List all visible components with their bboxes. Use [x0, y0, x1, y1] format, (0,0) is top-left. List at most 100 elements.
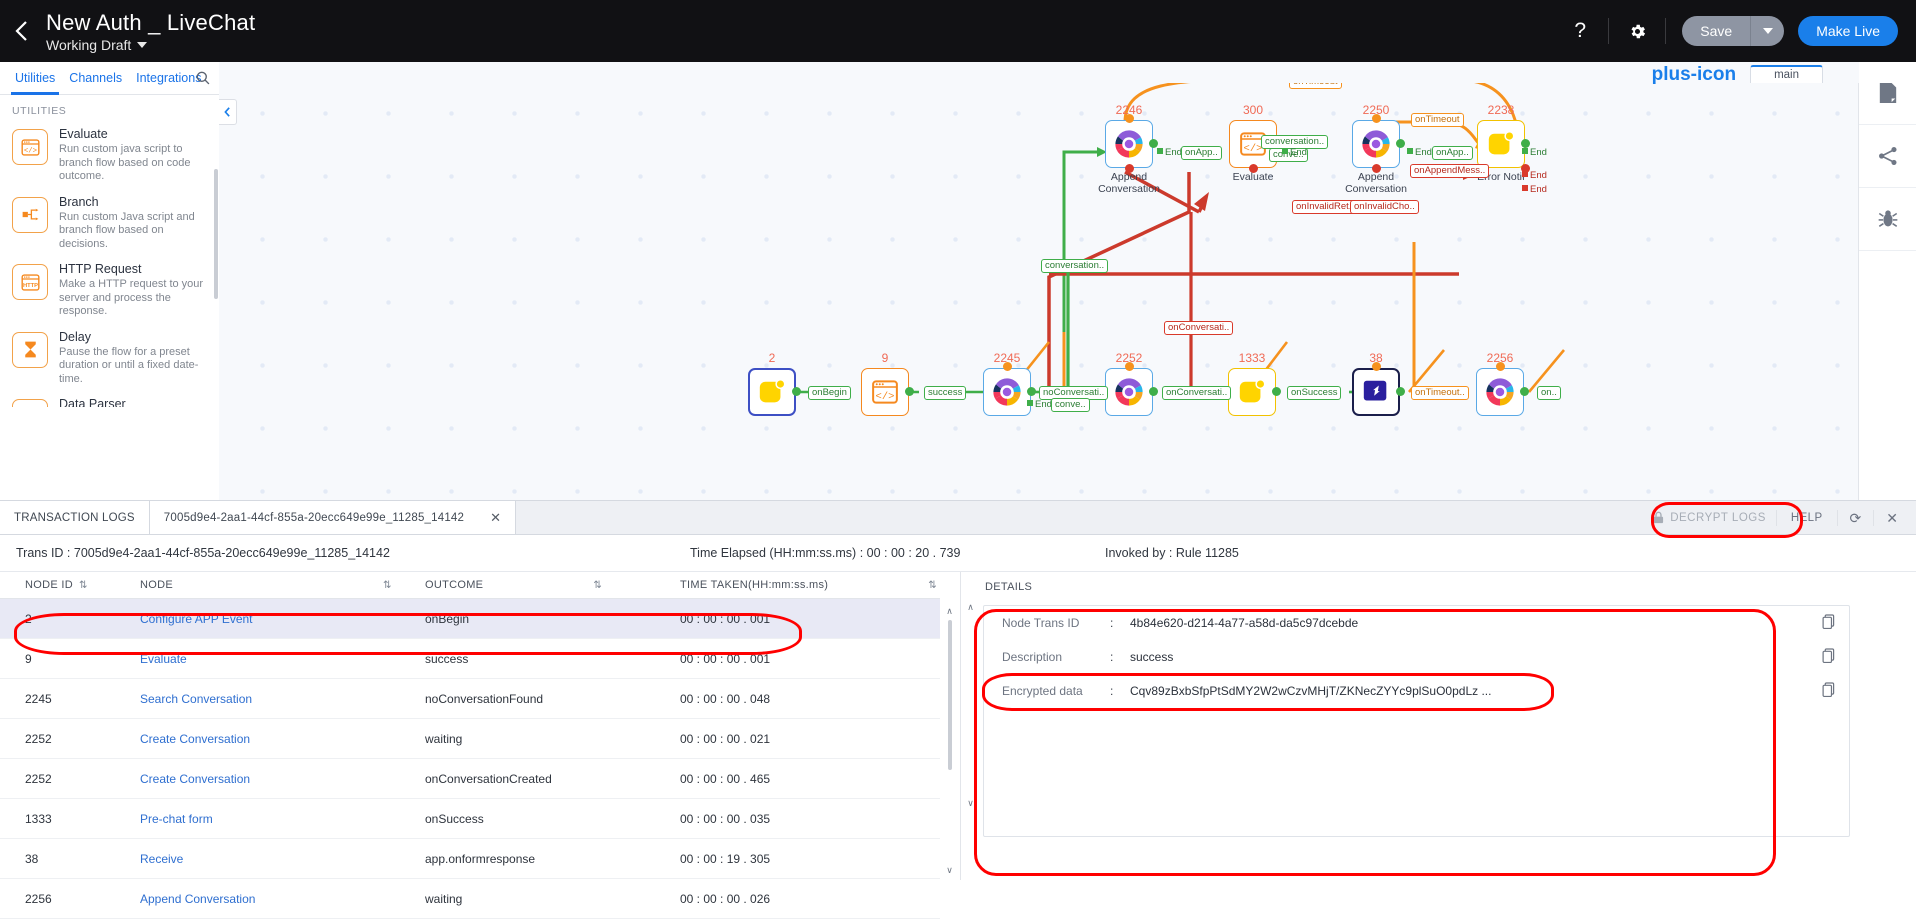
scroll-down-icon[interactable]: ∨ [965, 798, 976, 809]
list-item-data-parser[interactable]: Data Parser Extract key-values from XML … [0, 393, 219, 407]
scroll-up-icon[interactable]: ∧ [946, 606, 953, 617]
flow-node-2[interactable]: 2 [748, 351, 801, 416]
node-box[interactable] [1352, 368, 1400, 416]
node-port-timeout[interactable] [1125, 362, 1134, 371]
node-port-out[interactable] [1396, 139, 1405, 148]
collapse-panel-button[interactable] [219, 99, 237, 125]
cell-node[interactable]: Evaluate [140, 638, 425, 679]
cell-node[interactable]: Receive [140, 838, 425, 879]
cell-node[interactable]: Create Conversation [140, 718, 425, 759]
sort-icon[interactable]: ⇅ [79, 580, 88, 591]
flow-node-2245[interactable]: 2245 [983, 351, 1036, 416]
scroll-down-icon[interactable]: ∨ [946, 865, 953, 876]
node-port-out[interactable] [1272, 387, 1281, 396]
node-box[interactable] [1228, 368, 1276, 416]
cell-node[interactable]: Pre-chat form [140, 798, 425, 839]
scroll-thumb[interactable] [947, 620, 952, 770]
sort-icon[interactable]: ⇅ [383, 580, 392, 591]
sort-icon[interactable]: ⇅ [928, 580, 937, 591]
copy-icon[interactable] [1822, 648, 1835, 668]
cell-node[interactable]: Create Conversation [140, 758, 425, 799]
list-item-evaluate[interactable]: </> Evaluate Run custom java script to b… [0, 123, 219, 191]
back-button[interactable] [0, 0, 44, 62]
table-row[interactable]: 2245 Search Conversation noConversationF… [0, 678, 940, 719]
list-item-delay[interactable]: Delay Pause the flow for a preset durati… [0, 326, 219, 394]
node-box[interactable] [1105, 120, 1153, 168]
table-row[interactable]: 2256 Append Conversation waiting 00 : 00… [0, 878, 940, 919]
copy-icon[interactable] [1822, 682, 1835, 702]
col-node-id[interactable]: NODE ID ⇅ [0, 572, 140, 599]
node-box[interactable] [1352, 120, 1400, 168]
table-row[interactable]: 9 Evaluate success 00 : 00 : 00 . 001 [0, 638, 940, 679]
debug-button[interactable] [1859, 188, 1916, 251]
tab-transaction-logs[interactable]: TRANSACTION LOGS [0, 501, 150, 534]
table-row[interactable]: 2252 Create Conversation waiting 00 : 00… [0, 718, 940, 759]
add-flow-tab-button[interactable]: plus-icon [1652, 65, 1736, 84]
help-link[interactable]: HELP [1775, 509, 1837, 526]
flow-node-2252[interactable]: 2252 [1105, 351, 1158, 416]
node-box[interactable] [1477, 120, 1525, 168]
flow-node-2246[interactable]: 2246 Append Conversation [1098, 103, 1160, 195]
node-box[interactable]: </> [861, 368, 909, 416]
flow-node-2250[interactable]: 2250 Append Conversation [1345, 103, 1407, 195]
save-dropdown-button[interactable] [1750, 16, 1785, 46]
node-port-out[interactable] [905, 387, 914, 396]
node-box[interactable] [1105, 368, 1153, 416]
flow-node-1333[interactable]: 1333 [1228, 351, 1281, 416]
node-port-out[interactable] [1149, 387, 1158, 396]
col-outcome[interactable]: OUTCOME ⇅ [425, 572, 680, 599]
node-port-error[interactable] [1372, 164, 1381, 173]
node-box[interactable] [983, 368, 1031, 416]
col-node[interactable]: NODE ⇅ [140, 572, 425, 599]
node-port-error[interactable] [1125, 164, 1134, 173]
cell-node[interactable]: Search Conversation [140, 678, 425, 719]
notes-button[interactable] [1859, 62, 1916, 125]
flow-node-2256[interactable]: 2256 [1476, 351, 1529, 416]
flow-node-38[interactable]: 38 [1352, 351, 1405, 416]
node-port-error[interactable] [1249, 164, 1258, 173]
sort-icon[interactable]: ⇅ [593, 580, 602, 591]
refresh-icon[interactable]: ⟳ [1836, 509, 1874, 526]
details-scrollbar[interactable]: ∧ ∨ [965, 602, 976, 817]
node-port-timeout[interactable] [1372, 114, 1381, 123]
node-box[interactable] [748, 368, 796, 416]
save-button[interactable]: Save [1682, 16, 1751, 46]
table-scrollbar[interactable]: ∧ ∨ [944, 606, 955, 876]
node-port-timeout[interactable] [1372, 362, 1381, 371]
help-button[interactable]: ? [1558, 0, 1602, 62]
list-item-branch[interactable]: Branch Run custom Java script and branch… [0, 191, 219, 259]
node-box[interactable] [1476, 368, 1524, 416]
table-row[interactable]: 2252 Create Conversation onConversationC… [0, 758, 940, 799]
copy-icon[interactable] [1822, 614, 1835, 634]
flow-node-2238[interactable]: 2238 Error Notif [1477, 103, 1530, 183]
flow-node-9[interactable]: 9 </> [861, 351, 914, 416]
tab-transaction-id[interactable]: 7005d9e4-2aa1-44cf-855a-20ecc649e99e_112… [149, 501, 517, 534]
cell-node[interactable]: Append Conversation [140, 878, 425, 919]
flow-tab-main[interactable]: main [1750, 65, 1823, 83]
list-item-http-request[interactable]: HTTP HTTP Request Make a HTTP request to… [0, 258, 219, 326]
scroll-up-icon[interactable]: ∧ [965, 602, 976, 613]
make-live-button[interactable]: Make Live [1798, 16, 1898, 46]
node-port-timeout[interactable] [1125, 114, 1134, 123]
node-port-out[interactable] [1027, 387, 1036, 396]
table-row[interactable]: 1333 Pre-chat form onSuccess 00 : 00 : 0… [0, 798, 940, 839]
close-icon[interactable]: ✕ [490, 510, 501, 526]
node-port-out[interactable] [1520, 387, 1529, 396]
node-port-timeout[interactable] [1003, 362, 1012, 371]
close-icon[interactable]: ✕ [1873, 509, 1910, 526]
node-port-timeout[interactable] [1496, 362, 1505, 371]
flow-canvas[interactable]: 2246 Append Conversation 300 </> Evaluat… [219, 62, 1859, 500]
search-button[interactable] [195, 70, 211, 86]
node-port-out[interactable] [792, 387, 801, 396]
draft-selector[interactable]: Working Draft [46, 37, 255, 53]
tab-utilities[interactable]: Utilities [8, 63, 62, 95]
cell-node[interactable]: Configure APP Event [140, 598, 425, 639]
left-panel-scrollbar[interactable] [214, 169, 218, 299]
share-button[interactable] [1859, 125, 1916, 188]
decrypt-logs-button[interactable]: DECRYPT LOGS [1643, 507, 1776, 528]
node-port-out[interactable] [1396, 387, 1405, 396]
table-row[interactable]: 38 Receive app.onformresponse 00 : 00 : … [0, 838, 940, 879]
settings-button[interactable] [1615, 0, 1659, 62]
tab-channels[interactable]: Channels [62, 63, 129, 94]
col-time-taken[interactable]: TIME TAKEN(HH:mm:ss.ms) ⇅ [680, 572, 940, 599]
